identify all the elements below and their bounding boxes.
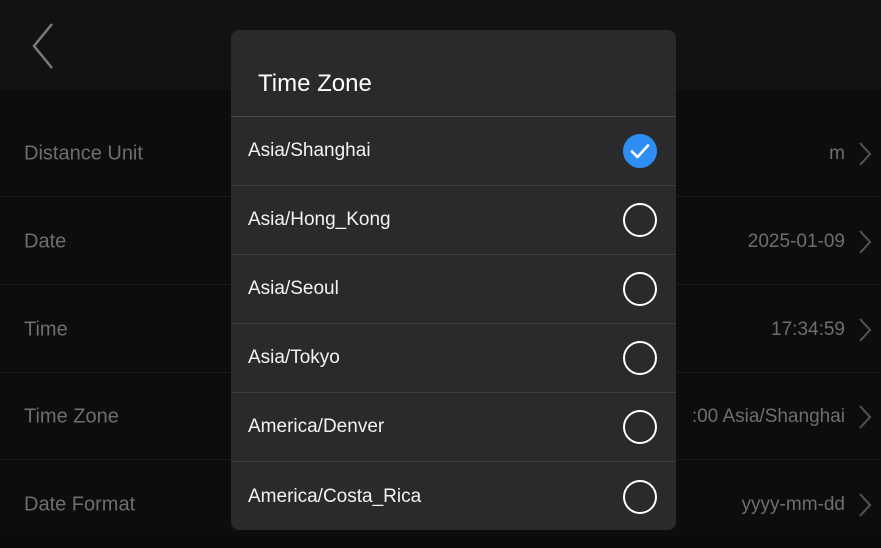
settings-screen: Distance Unit m Date 2025-01-09 Time 17:… [0,0,881,536]
check-circle-icon[interactable] [622,133,658,169]
row-label: Time Zone [24,405,119,427]
option-asia-tokyo[interactable]: Asia/Tokyo [231,324,676,393]
option-asia-seoul[interactable]: Asia/Seoul [231,255,676,324]
chevron-right-icon [859,317,872,342]
radio-empty-icon[interactable] [622,479,658,515]
option-label: Asia/Tokyo [248,347,340,368]
row-label: Date [24,230,67,252]
row-value: 2025-01-09 [747,230,845,252]
row-value: yyyy-mm-dd [741,494,845,515]
chevron-right-icon [859,141,872,166]
dialog-title: Time Zone [258,70,372,97]
option-america-denver[interactable]: America/Denver [231,393,676,462]
row-label: Distance Unit [24,142,143,164]
chevron-right-icon [859,404,872,429]
radio-empty-icon[interactable] [622,409,658,445]
back-button[interactable] [22,18,66,74]
radio-empty-icon[interactable] [622,202,658,238]
option-label: Asia/Hong_Kong [248,209,391,230]
option-asia-shanghai[interactable]: Asia/Shanghai [231,117,676,186]
chevron-right-icon [859,493,872,517]
row-value: :00 Asia/Shanghai [691,405,845,427]
row-label: Date Format [24,493,136,516]
chevron-left-icon [32,23,53,69]
time-zone-dialog: Time Zone Asia/Shanghai Asia/Hong_Kong A… [231,30,676,530]
option-label: Asia/Shanghai [248,140,371,161]
row-label: Time [24,318,68,340]
option-label: America/Costa_Rica [248,485,422,507]
option-label: America/Denver [248,416,385,437]
row-value: 17:34:59 [771,318,845,340]
row-value: m [829,142,845,164]
option-america-costa-rica[interactable]: America/Costa_Rica [231,462,676,530]
radio-empty-icon[interactable] [622,271,658,307]
chevron-right-icon [859,229,872,254]
option-asia-hong-kong[interactable]: Asia/Hong_Kong [231,186,676,255]
option-label: Asia/Seoul [248,278,339,299]
radio-empty-icon[interactable] [622,340,658,376]
